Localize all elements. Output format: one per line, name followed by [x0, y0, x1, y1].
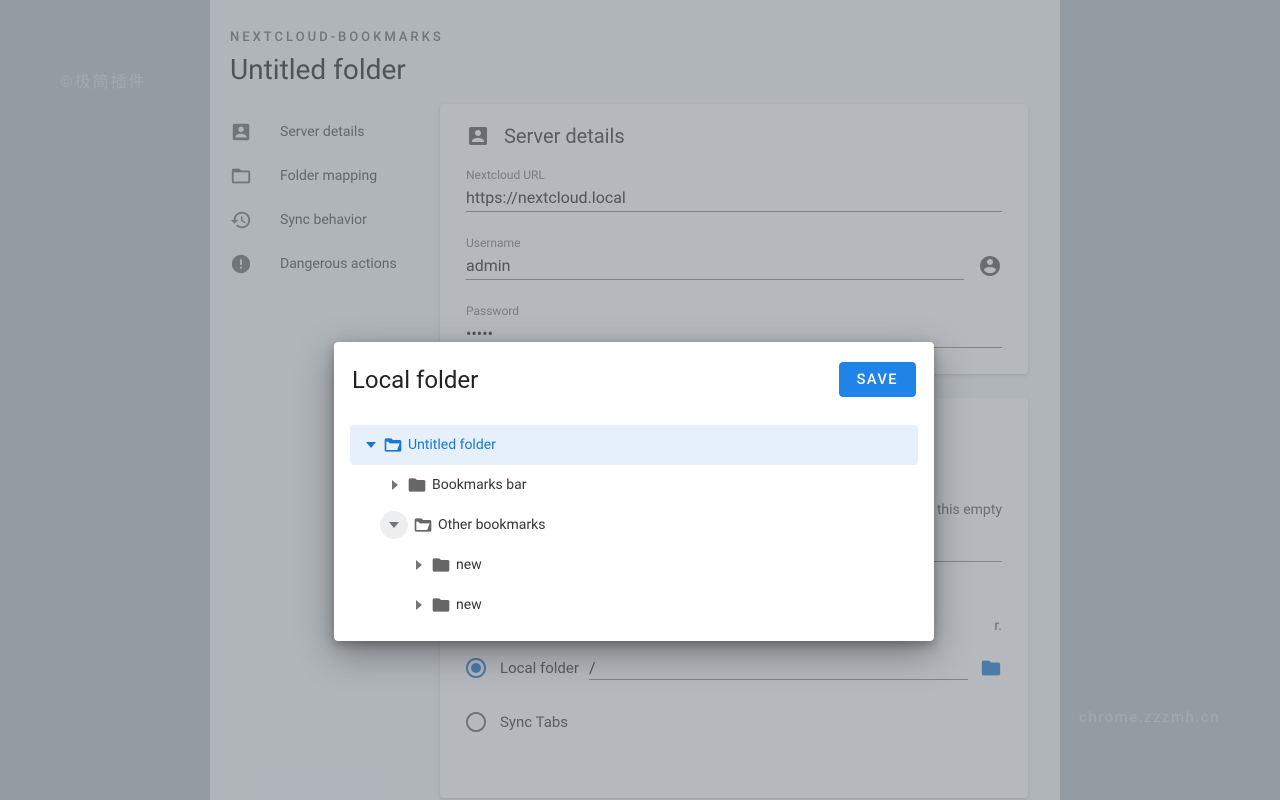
tree-item-new-2[interactable]: new: [350, 585, 918, 625]
chevron-down-icon[interactable]: [380, 511, 408, 539]
folder-icon: [402, 475, 432, 495]
chevron-right-icon[interactable]: [388, 480, 402, 490]
tree-item-untitled-folder[interactable]: Untitled folder: [350, 425, 918, 465]
tree-item-other-bookmarks[interactable]: Other bookmarks: [350, 505, 918, 545]
local-folder-dialog: Local folder SAVE Untitled folder Bookma…: [334, 342, 934, 641]
folder-open-icon: [378, 435, 408, 455]
folder-icon: [426, 595, 456, 615]
chevron-down-icon[interactable]: [364, 440, 378, 450]
save-button[interactable]: SAVE: [839, 362, 916, 397]
tree-item-label: Untitled folder: [408, 437, 496, 453]
tree-item-new-1[interactable]: new: [350, 545, 918, 585]
dialog-title: Local folder: [352, 366, 478, 394]
folder-open-icon: [408, 515, 438, 535]
tree-item-label: Other bookmarks: [438, 517, 545, 533]
tree-item-label: new: [456, 597, 482, 613]
chevron-right-icon[interactable]: [412, 600, 426, 610]
chevron-right-icon[interactable]: [412, 560, 426, 570]
folder-icon: [426, 555, 456, 575]
tree-item-label: Bookmarks bar: [432, 477, 526, 493]
tree-item-label: new: [456, 557, 482, 573]
folder-tree: Untitled folder Bookmarks bar Other book…: [350, 425, 918, 625]
tree-item-bookmarks-bar[interactable]: Bookmarks bar: [350, 465, 918, 505]
